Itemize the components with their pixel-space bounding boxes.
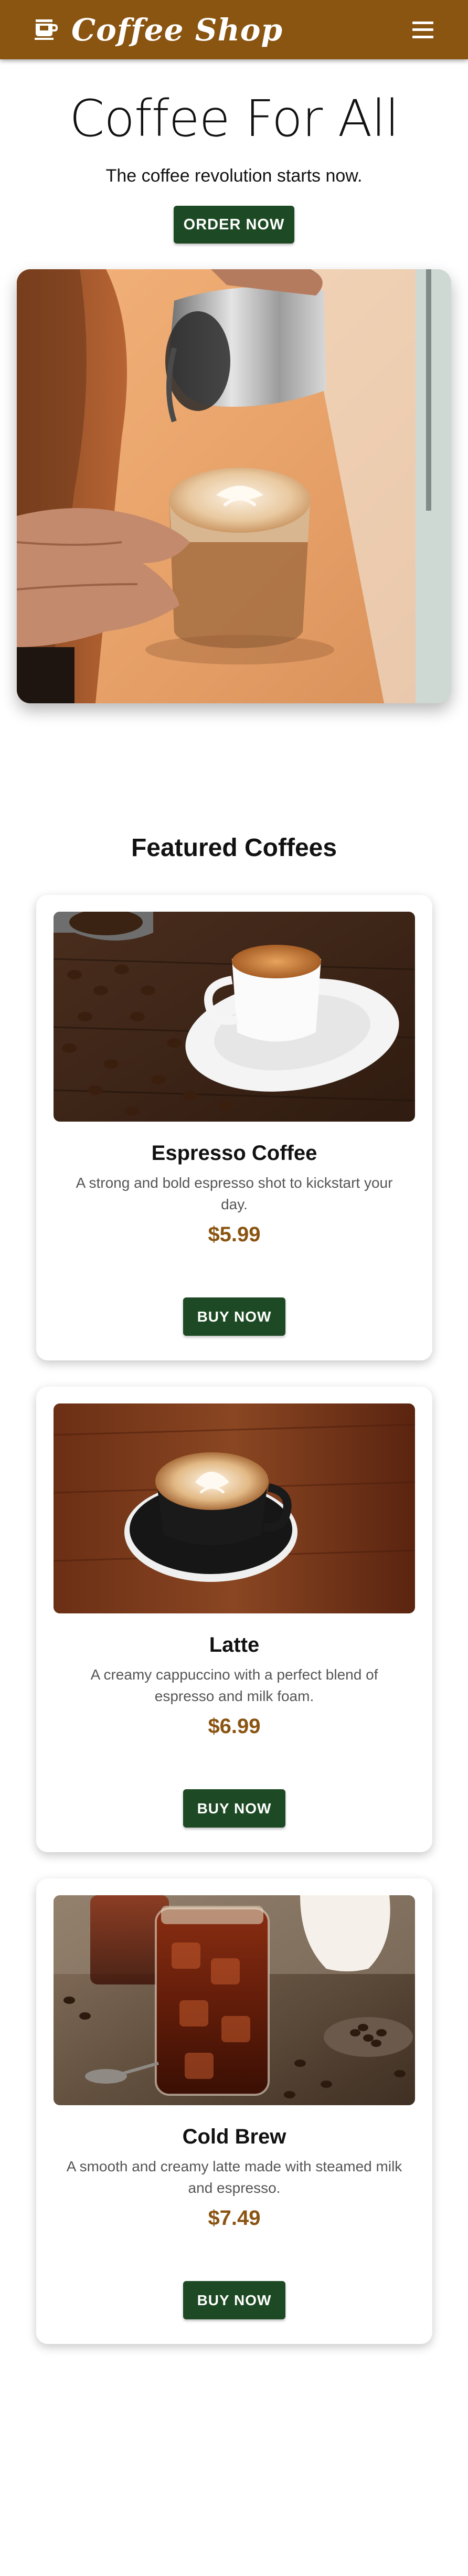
product-name: Latte	[209, 1633, 260, 1656]
product-price: $5.99	[208, 1223, 261, 1246]
buy-now-button[interactable]: BUY NOW	[183, 1297, 285, 1336]
order-now-button[interactable]: ORDER NOW	[174, 206, 294, 244]
cold-brew-image	[54, 1895, 415, 2105]
site-header: Coffee Shop	[0, 0, 468, 59]
product-description: A strong and bold espresso shot to kicks…	[76, 1175, 393, 1212]
product-name: Espresso Coffee	[151, 1142, 317, 1165]
product-price: $7.49	[208, 2207, 261, 2230]
brand-name: Coffee Shop	[71, 12, 283, 48]
product-description: A creamy cappuccino with a perfect blend…	[90, 1666, 378, 1704]
product-card-espresso: Espresso Coffee A strong and bold espres…	[36, 895, 432, 1360]
product-card-latte: Latte A creamy cappuccino with a perfect…	[36, 1387, 432, 1852]
product-price: $6.99	[208, 1715, 261, 1738]
buy-now-button[interactable]: BUY NOW	[183, 2281, 285, 2319]
featured-title: Featured Coffees	[131, 834, 337, 862]
hero-image	[17, 269, 451, 703]
hero-subtitle: The coffee revolution starts now.	[105, 166, 363, 186]
brand[interactable]: Coffee Shop	[35, 12, 283, 48]
product-name: Cold Brew	[182, 2125, 286, 2148]
hero-title: Coffee For All	[69, 89, 399, 148]
latte-image	[54, 1403, 415, 1613]
hamburger-menu-icon[interactable]	[412, 21, 433, 38]
coffee-cup-icon	[35, 19, 58, 40]
product-card-cold-brew: Cold Brew A smooth and creamy latte made…	[36, 1878, 432, 2344]
buy-now-button[interactable]: BUY NOW	[183, 1789, 285, 1828]
product-description: A smooth and creamy latte made with stea…	[66, 2158, 402, 2196]
espresso-image	[54, 912, 415, 1122]
